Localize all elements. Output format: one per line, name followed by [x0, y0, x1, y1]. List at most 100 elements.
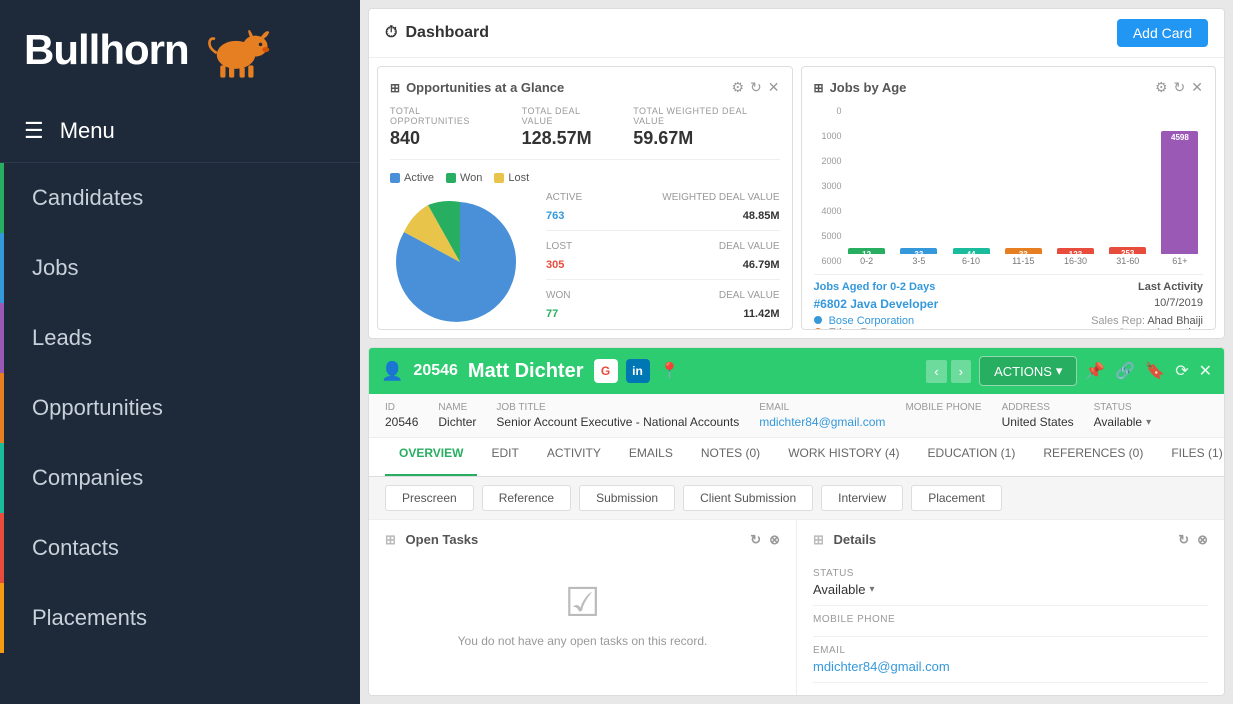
details-settings-icon[interactable]: ⊗: [1197, 532, 1208, 548]
tab-work-history[interactable]: WORK HISTORY (4): [774, 438, 913, 476]
close-icon[interactable]: ✕: [768, 79, 780, 96]
opportunities-stats: TOTAL OPPORTUNITIES 840 TOTAL DEAL VALUE…: [390, 106, 780, 160]
bar-6-10[interactable]: 44: [953, 248, 990, 254]
job-status: Accepting: [1155, 327, 1203, 330]
actions-button[interactable]: ACTIONS ▾: [979, 356, 1077, 386]
bar-group-0-2: 120-2: [844, 106, 890, 266]
jobs-aged-job-row: #6802 Java Developer 10/7/2019: [814, 297, 1204, 315]
detail-status-dropdown[interactable]: ▾: [870, 584, 875, 595]
details-icon: ⊞: [813, 532, 824, 547]
weighted-deal-col-label: WEIGHTED DEAL VALUE: [662, 192, 779, 203]
sidebar: Bullhorn: [0, 0, 360, 704]
stat-total-opportunities: TOTAL OPPORTUNITIES 840: [390, 106, 502, 149]
status-dropdown-arrow[interactable]: ▾: [1146, 417, 1151, 428]
settings-icon[interactable]: ⚙: [731, 79, 744, 96]
google-link[interactable]: G: [594, 359, 618, 383]
opportunities-card-title: ⊞ Opportunities at a Glance: [390, 80, 564, 95]
legend-active-dot: [390, 173, 400, 183]
logo-area: Bullhorn: [0, 0, 360, 100]
company1-row: Bose Corporation: [814, 315, 915, 327]
legend-won: Won: [446, 172, 482, 184]
sidebar-item-companies[interactable]: Companies: [0, 443, 360, 513]
contact-id: 20546: [413, 362, 458, 380]
tasks-refresh-icon[interactable]: ↻: [750, 532, 761, 548]
company1[interactable]: Bose Corporation: [829, 315, 915, 327]
bar-group-16-30: 12316-30: [1052, 106, 1098, 266]
details-section-icons: ↻ ⊗: [1178, 532, 1208, 548]
subtab-submission[interactable]: Submission: [579, 485, 675, 511]
tab-education[interactable]: EDUCATION (1): [914, 438, 1030, 476]
tab-emails[interactable]: EMAILS: [615, 438, 687, 476]
sidebar-item-candidates[interactable]: Candidates: [0, 163, 360, 233]
lost-deal: 46.79M: [743, 259, 780, 271]
tab-overview[interactable]: OVERVIEW: [385, 438, 477, 476]
menu-button[interactable]: ☰ Menu: [0, 100, 360, 163]
tab-edit[interactable]: EDIT: [477, 438, 532, 476]
app-name: Bullhorn: [24, 26, 189, 74]
jobs-aged-detail2: Ethan Russo Status: Accepting: [814, 327, 1204, 330]
jobs-aged-section: Jobs Aged for 0-2 Days Last Activity #68…: [814, 274, 1204, 330]
contact-subtabs: Prescreen Reference Submission Client Su…: [369, 477, 1224, 520]
open-tasks-section: ⊞ Open Tasks ↻ ⊗ ☑ You do not have any o…: [369, 520, 797, 695]
sync-icon[interactable]: ⟳: [1175, 361, 1188, 381]
sidebar-item-jobs[interactable]: Jobs: [0, 233, 360, 303]
tab-activity[interactable]: ACTIVITY: [533, 438, 615, 476]
linkedin-link[interactable]: in: [626, 359, 650, 383]
bar-11-15[interactable]: 33: [1005, 248, 1042, 254]
sidebar-item-contacts[interactable]: Contacts: [0, 513, 360, 583]
next-button[interactable]: ›: [951, 360, 971, 383]
subtab-placement[interactable]: Placement: [911, 485, 1002, 511]
sidebar-item-opportunities[interactable]: Opportunities: [0, 373, 360, 443]
won-col-label: WON: [546, 290, 570, 301]
lost-value: 305: [546, 259, 564, 271]
legend-lost: Lost: [494, 172, 529, 184]
bar-61+[interactable]: 4598: [1161, 131, 1198, 254]
opportunities-chart-area: ACTIVE WEIGHTED DEAL VALUE 763 48.85M LO…: [390, 192, 780, 330]
tasks-empty-state: ☑ You do not have any open tasks on this…: [385, 560, 780, 668]
detail-status: STATUS Available ▾: [813, 560, 1208, 606]
bar-group-31-60: 25331-60: [1105, 106, 1151, 266]
tab-notes[interactable]: NOTES (0): [687, 438, 774, 476]
bar-0-2[interactable]: 12: [848, 248, 885, 254]
bookmark-icon[interactable]: 🔖: [1145, 361, 1165, 381]
last-activity-label: Last Activity: [1138, 281, 1203, 293]
contact-header: 👤 20546 Matt Dichter G in 📍 ‹ › ACTIONS …: [369, 348, 1224, 394]
opportunities-stats-detail: ACTIVE WEIGHTED DEAL VALUE 763 48.85M LO…: [546, 192, 780, 330]
bar-31-60[interactable]: 253: [1109, 247, 1146, 254]
tasks-settings-icon[interactable]: ⊗: [769, 532, 780, 548]
details-refresh-icon[interactable]: ↻: [1178, 532, 1189, 548]
subtab-prescreen[interactable]: Prescreen: [385, 485, 474, 511]
jobs-card-action-icons: ⚙ ↻ ✕: [1155, 79, 1203, 96]
sidebar-item-leads[interactable]: Leads: [0, 303, 360, 373]
aged-job-title[interactable]: #6802 Java Developer: [814, 297, 939, 311]
company1-dot: [814, 316, 822, 324]
pin-icon[interactable]: 📌: [1085, 361, 1105, 381]
subtab-interview[interactable]: Interview: [821, 485, 903, 511]
jobs-by-age-title: ⊞ Jobs by Age: [814, 80, 907, 95]
contact-person-icon: 👤: [381, 361, 403, 382]
location-link[interactable]: 📍: [658, 359, 682, 383]
active-value: 763: [546, 210, 564, 222]
sidebar-item-placements[interactable]: Placements: [0, 583, 360, 653]
jobs-refresh-icon[interactable]: ↻: [1174, 79, 1186, 96]
subtab-client-submission[interactable]: Client Submission: [683, 485, 813, 511]
prev-button[interactable]: ‹: [926, 360, 946, 383]
info-email: EMAIL mdichter84@gmail.com: [759, 402, 885, 429]
dashboard-icon: ⏱: [385, 24, 397, 42]
bar-16-30[interactable]: 123: [1057, 248, 1094, 254]
close-contact-icon[interactable]: ✕: [1199, 361, 1212, 381]
stat-weighted-deal-value: TOTAL WEIGHTED DEAL VALUE 59.67M: [633, 106, 779, 149]
link-icon[interactable]: 🔗: [1115, 361, 1135, 381]
refresh-icon[interactable]: ↻: [750, 79, 762, 96]
tab-references[interactable]: REFERENCES (0): [1029, 438, 1157, 476]
jobs-chart-container: 6000 5000 4000 3000 2000 1000 0 120-2333…: [814, 106, 1204, 330]
tab-files[interactable]: FILES (1): [1157, 438, 1224, 476]
jobs-settings-icon[interactable]: ⚙: [1155, 79, 1168, 96]
subtab-reference[interactable]: Reference: [482, 485, 571, 511]
add-card-button[interactable]: Add Card: [1117, 19, 1208, 47]
won-value: 77: [546, 308, 558, 320]
bull-icon: [201, 20, 271, 80]
company2: Ethan Russo: [829, 327, 892, 330]
jobs-close-icon[interactable]: ✕: [1191, 79, 1203, 96]
bar-3-5[interactable]: 33: [900, 248, 937, 254]
